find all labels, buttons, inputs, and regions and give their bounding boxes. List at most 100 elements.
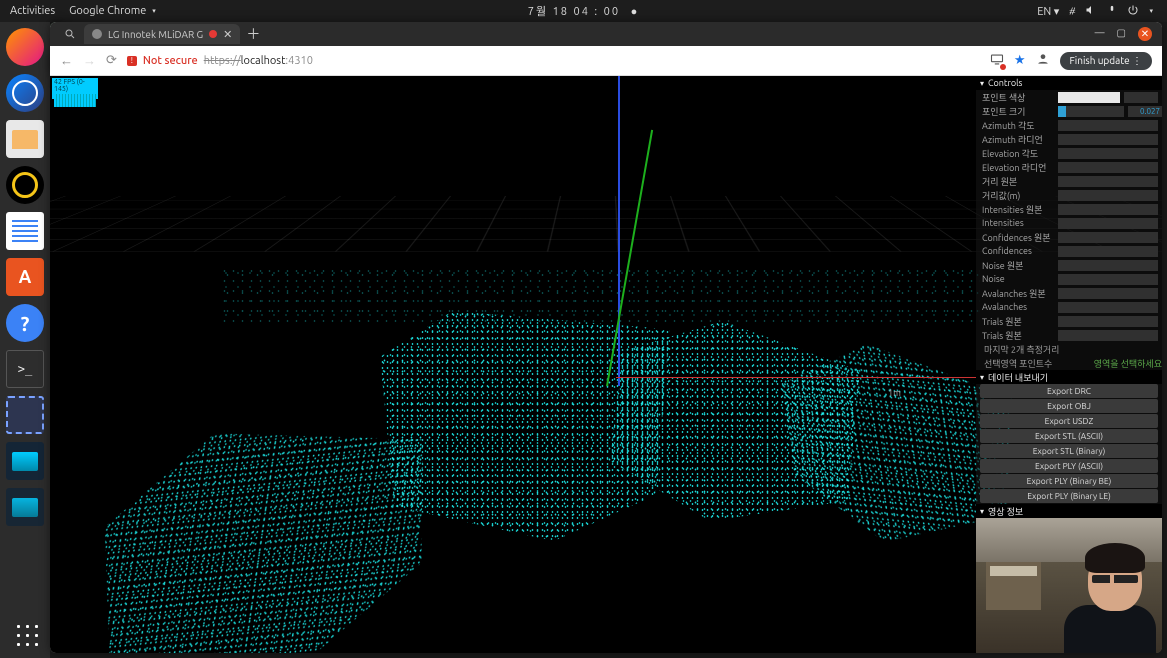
- recording-icon: [209, 30, 217, 38]
- axis-x: [616, 377, 996, 378]
- dock-files-icon[interactable]: [6, 120, 44, 158]
- address-bar: ← → ⟳ ! Not secure https://localhost:431…: [50, 46, 1162, 76]
- dock-pictures2-icon[interactable]: [6, 488, 44, 526]
- chrome-window: LG Innotek MLiDAR G ✕ ＋ — ▢ ✕ ← → ⟳ ! No…: [50, 22, 1162, 653]
- row-point-size: 포인트 크기 0.027: [976, 104, 1162, 118]
- export-drc-button[interactable]: Export DRC: [980, 384, 1158, 398]
- v-intens-raw: [1058, 204, 1158, 215]
- point-color-label: 포인트 색상: [982, 91, 1054, 104]
- f-aval: Avalanches: [982, 302, 1054, 312]
- f-dist-raw: 거리 원본: [982, 175, 1054, 188]
- v-aval-raw: [1058, 288, 1158, 299]
- note-selcount-label: 선택영역 포인트수: [984, 357, 1094, 370]
- url-host: localhost: [241, 55, 286, 67]
- distance-label-1m: 1m: [888, 388, 901, 398]
- v-noise: [1058, 274, 1158, 285]
- section-video-head[interactable]: 영상 정보: [976, 504, 1162, 518]
- note-last2dist-label: 마지막 2개 측정거리: [984, 343, 1162, 356]
- tabstrip: LG Innotek MLiDAR G ✕ ＋ — ▢ ✕: [50, 22, 1162, 46]
- export-stl-bin-button[interactable]: Export STL (Binary): [980, 444, 1158, 458]
- note-selcount-hint: 영역을 선택하세요: [1094, 357, 1162, 370]
- dock-help-icon[interactable]: [6, 304, 44, 342]
- window-close-button[interactable]: ✕: [1138, 27, 1152, 41]
- ubuntu-dock: [0, 22, 50, 658]
- dock-pictures-icon[interactable]: [6, 442, 44, 480]
- url-port: :4310: [285, 55, 313, 67]
- forward-button[interactable]: →: [83, 53, 96, 68]
- lang-indicator[interactable]: EN ▾: [1037, 5, 1059, 18]
- export-ply-be-button[interactable]: Export PLY (Binary BE): [980, 474, 1158, 488]
- window-minimize-button[interactable]: —: [1095, 27, 1105, 41]
- v-azimuth-angle: [1058, 120, 1158, 131]
- point-size-slider[interactable]: [1058, 106, 1124, 117]
- f-azimuth-angle: Azimuth 각도: [982, 119, 1054, 132]
- export-obj-button[interactable]: Export OBJ: [980, 399, 1158, 413]
- dock-libreoffice-icon[interactable]: [6, 212, 44, 250]
- point-color-swatch[interactable]: [1058, 92, 1120, 103]
- reload-button[interactable]: ⟳: [106, 53, 117, 68]
- window-maximize-button[interactable]: ▢: [1117, 27, 1126, 41]
- activities-button[interactable]: Activities: [10, 5, 55, 17]
- gnome-top-bar: Activities Google Chrome ▾ 7월 18 04 : 00…: [0, 0, 1167, 22]
- dock-rhythmbox-icon[interactable]: [6, 166, 44, 204]
- row-point-color: 포인트 색상: [976, 90, 1162, 104]
- bookmark-icon[interactable]: ★: [1014, 53, 1026, 68]
- dock-screenshot-icon[interactable]: [6, 396, 44, 434]
- pointcloud-far: [220, 266, 980, 326]
- f-noise-raw: Noise 원본: [982, 259, 1054, 272]
- f-elev-angle: Elevation 각도: [982, 147, 1054, 160]
- appmenu-button[interactable]: Google Chrome ▾: [69, 5, 156, 17]
- finish-update-button[interactable]: Finish update ⋮: [1060, 52, 1152, 70]
- pointcloud-left: [77, 410, 444, 653]
- export-usdz-button[interactable]: Export USDZ: [980, 414, 1158, 428]
- not-secure-label: Not secure: [143, 55, 198, 67]
- point-size-label: 포인트 크기: [982, 105, 1054, 118]
- profile-icon[interactable]: [1036, 52, 1050, 69]
- v-trials: [1058, 330, 1158, 341]
- f-trials-raw: Trials 원본: [982, 315, 1054, 328]
- url-box[interactable]: ! Not secure https://localhost:4310: [127, 55, 980, 67]
- v-trials-raw: [1058, 316, 1158, 327]
- power-icon[interactable]: [1127, 4, 1139, 19]
- section-export-head[interactable]: 데이터 내보내기: [976, 370, 1162, 384]
- screen-share-icon[interactable]: [990, 54, 1004, 68]
- export-ply-le-button[interactable]: Export PLY (Binary LE): [980, 489, 1158, 503]
- mic-icon[interactable]: [1107, 4, 1117, 19]
- v-dist-raw: [1058, 176, 1158, 187]
- lidar-viewport[interactable]: 42 FPS (0-145) 1m Controls 포인트 색상: [50, 76, 1162, 653]
- back-button[interactable]: ←: [60, 53, 73, 68]
- network-icon[interactable]: ⧣: [1069, 5, 1075, 18]
- point-size-value[interactable]: 0.027: [1128, 106, 1162, 117]
- tab-close-button[interactable]: ✕: [223, 28, 232, 41]
- point-color-hex[interactable]: [1124, 92, 1158, 103]
- url-scheme: https://: [204, 55, 241, 67]
- volume-icon[interactable]: [1085, 4, 1097, 19]
- export-ply-ascii-button[interactable]: Export PLY (ASCII): [980, 459, 1158, 473]
- axes-gizmo: [606, 365, 607, 366]
- v-conf-raw: [1058, 232, 1158, 243]
- chevron-down-icon: ▾: [1149, 7, 1153, 15]
- f-dist-m: 거리값(m): [982, 189, 1054, 202]
- not-secure-icon: !: [127, 56, 137, 66]
- dock-show-apps-icon[interactable]: [12, 620, 38, 646]
- f-trials: Trials 원본: [982, 329, 1054, 342]
- v-elev-angle: [1058, 148, 1158, 159]
- v-elev-radian: [1058, 162, 1158, 173]
- browser-tab[interactable]: LG Innotek MLiDAR G ✕: [84, 24, 240, 44]
- f-intens-raw: Intensities 원본: [982, 203, 1054, 216]
- section-controls-head[interactable]: Controls: [976, 76, 1162, 90]
- dock-terminal-icon[interactable]: [6, 350, 44, 388]
- clock-label: 7월 18 04 : 00: [528, 6, 620, 18]
- dock-thunderbird-icon[interactable]: [6, 74, 44, 112]
- tab-favicon-icon: [92, 29, 102, 39]
- f-elev-radian: Elevation 라디언: [982, 161, 1054, 174]
- new-tab-button[interactable]: ＋: [246, 24, 260, 44]
- search-tabs-button[interactable]: [56, 28, 84, 40]
- dock-firefox-icon[interactable]: [6, 28, 44, 66]
- v-aval: [1058, 302, 1158, 313]
- dock-software-icon[interactable]: [6, 258, 44, 296]
- f-intens: Intensities: [982, 218, 1054, 228]
- export-stl-ascii-button[interactable]: Export STL (ASCII): [980, 429, 1158, 443]
- clock-button[interactable]: 7월 18 04 : 00 ●: [528, 3, 640, 19]
- f-conf-raw: Confidences 원본: [982, 231, 1054, 244]
